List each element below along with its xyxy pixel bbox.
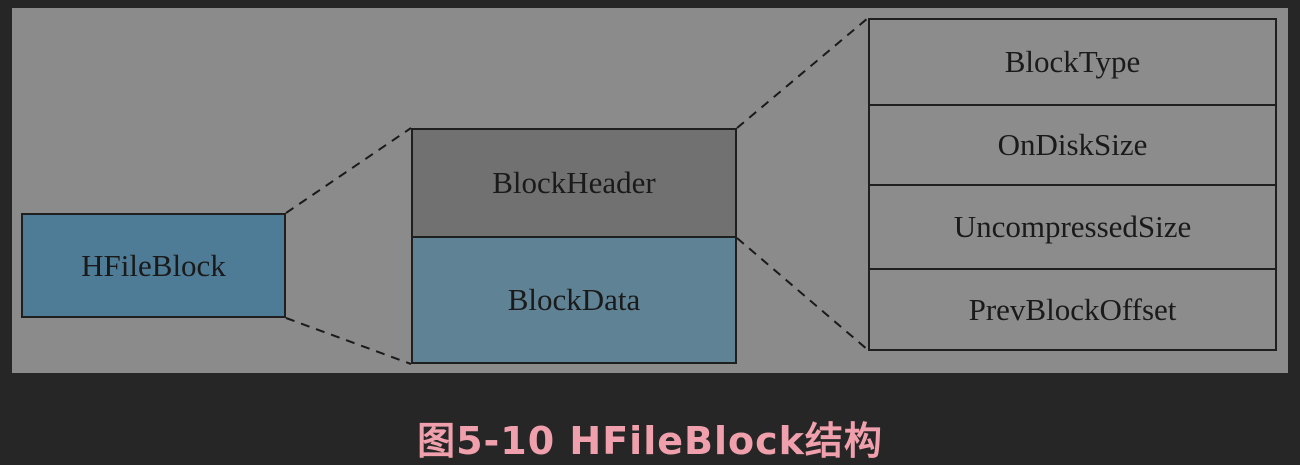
connector-header-to-fields-bottom: [736, 237, 869, 351]
field-uncompressedsize: UncompressedSize: [868, 184, 1277, 270]
connector-root-to-data-bottom: [285, 317, 412, 365]
field-ondisksize: OnDiskSize: [868, 104, 1277, 186]
field-prevblockoffset-label: PrevBlockOffset: [968, 291, 1177, 327]
blockdata-box: BlockData: [411, 236, 737, 364]
connector-header-to-fields-top: [736, 17, 869, 129]
blockdata-label: BlockData: [507, 282, 641, 317]
hfileblock-label: HFileBlock: [81, 247, 226, 283]
field-uncompressedsize-label: UncompressedSize: [953, 209, 1192, 244]
field-prevblockoffset: PrevBlockOffset: [868, 268, 1277, 351]
field-blocktype-label: BlockType: [1004, 44, 1141, 79]
blockheader-box: BlockHeader: [411, 128, 737, 238]
hfileblock-box: HFileBlock: [21, 213, 286, 318]
figure-caption: 图5-10 HFileBlock结构: [417, 419, 883, 463]
field-ondisksize-label: OnDiskSize: [997, 127, 1148, 162]
blockheader-label: BlockHeader: [492, 165, 656, 200]
connector-root-to-header-top: [285, 127, 412, 214]
field-blocktype: BlockType: [868, 18, 1277, 106]
